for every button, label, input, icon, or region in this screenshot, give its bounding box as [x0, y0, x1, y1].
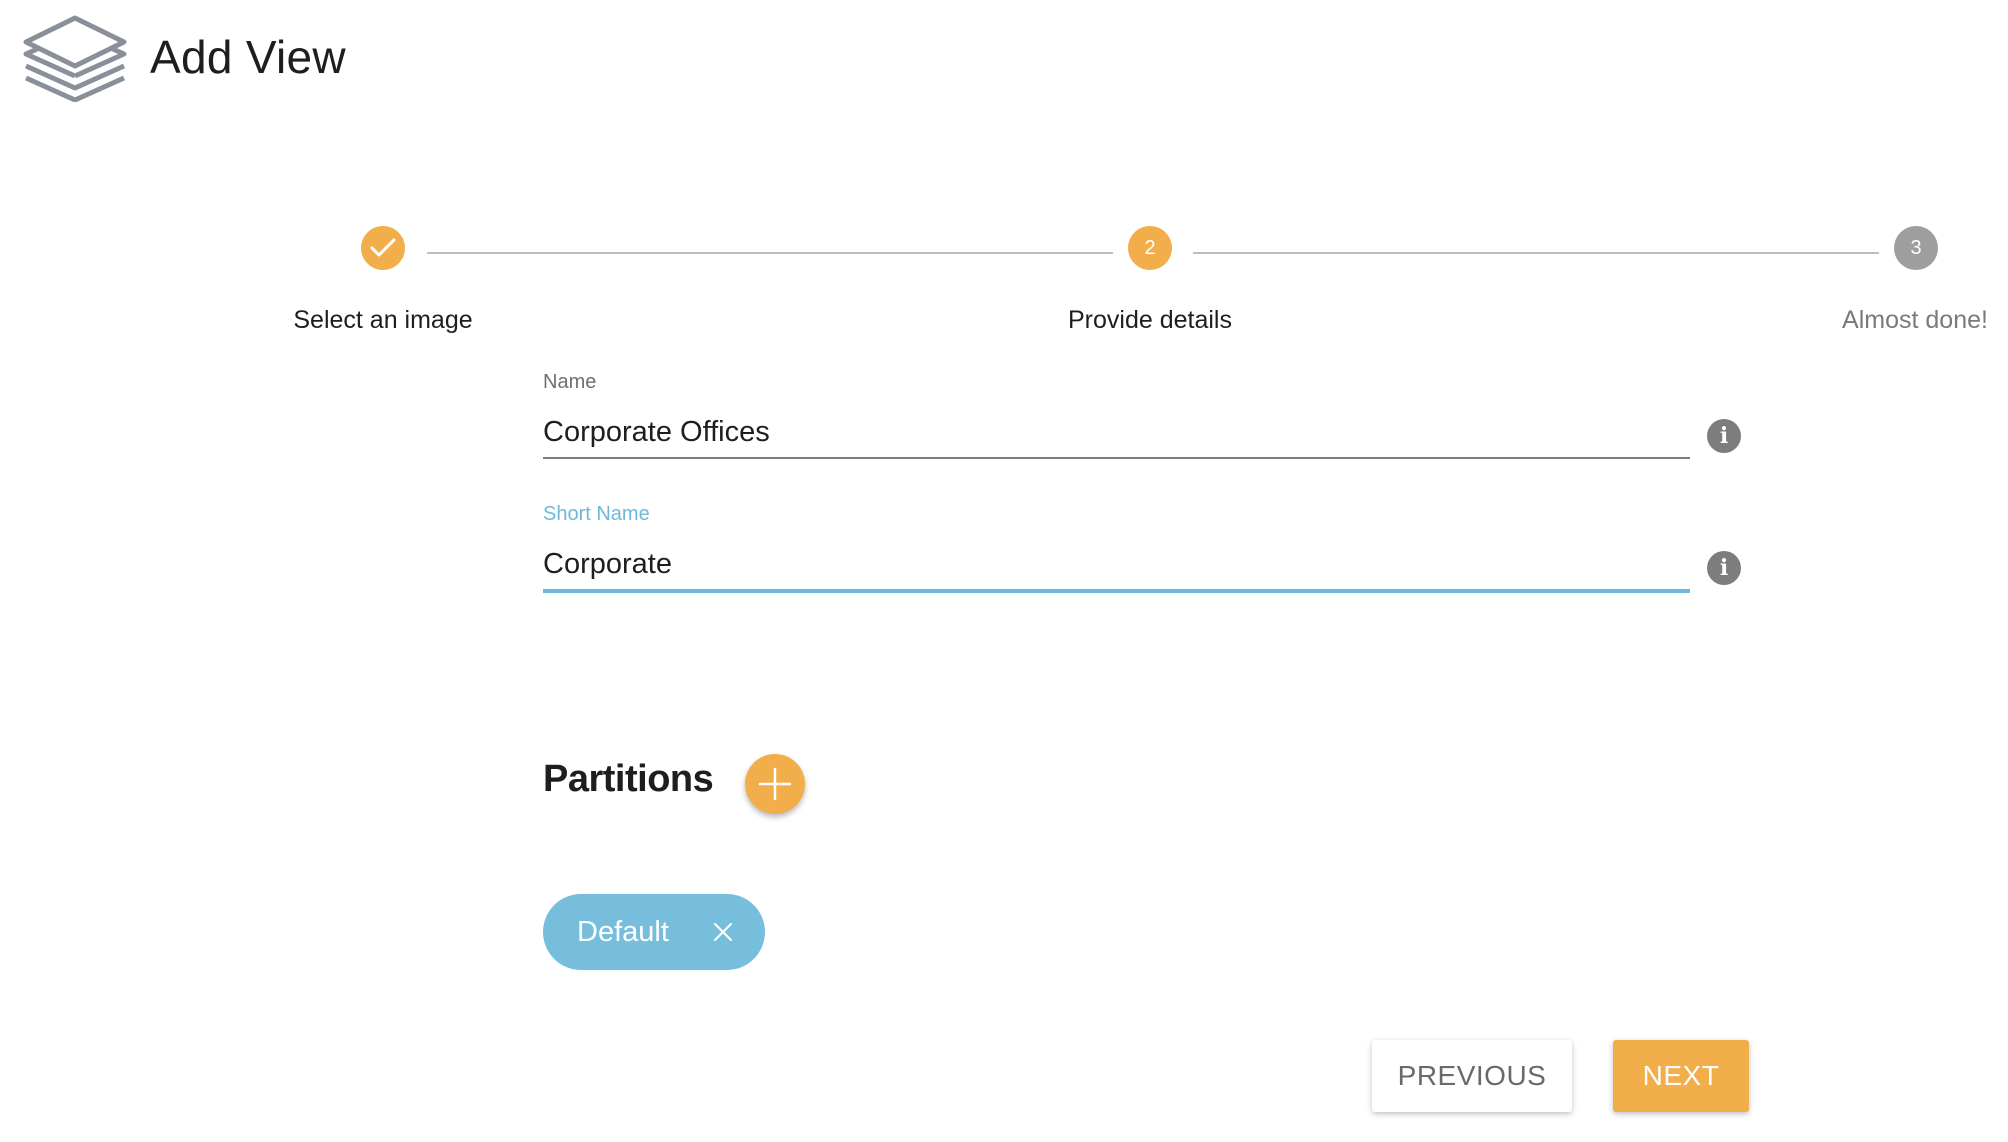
check-icon — [370, 238, 396, 257]
short-name-input[interactable] — [543, 544, 1690, 584]
layers-icon — [23, 15, 127, 102]
close-icon[interactable] — [707, 916, 739, 948]
step-2-label: Provide details — [1068, 306, 1232, 334]
add-view-dialog: Add View 2 3 Select an image Provide det… — [0, 0, 2008, 1142]
step-3-indicator: 3 — [1894, 226, 1938, 270]
next-button[interactable]: NEXT — [1613, 1040, 1749, 1112]
short-name-field-label: Short Name — [543, 503, 650, 525]
step-1-label: Select an image — [293, 306, 473, 334]
add-partition-button[interactable] — [745, 754, 805, 814]
step-2-number: 2 — [1144, 236, 1156, 259]
short-name-field-underline — [543, 589, 1690, 593]
name-field-label: Name — [543, 371, 597, 393]
name-field-underline — [543, 457, 1690, 459]
step-3-number: 3 — [1910, 236, 1922, 259]
partitions-title: Partitions — [543, 758, 714, 800]
step-3-label: Almost done! — [1842, 306, 1988, 334]
step-1-indicator — [361, 226, 405, 270]
info-icon[interactable]: i — [1707, 551, 1741, 585]
info-icon[interactable]: i — [1707, 419, 1741, 453]
step-2-indicator: 2 — [1128, 226, 1172, 270]
plus-icon — [758, 767, 792, 801]
step-connector — [427, 252, 1113, 254]
page-title: Add View — [150, 31, 346, 83]
partition-chip-default[interactable]: Default — [543, 894, 765, 970]
previous-button[interactable]: PREVIOUS — [1372, 1040, 1572, 1112]
step-connector — [1193, 252, 1879, 254]
name-input[interactable] — [543, 412, 1690, 452]
partition-chip-label: Default — [577, 915, 669, 948]
